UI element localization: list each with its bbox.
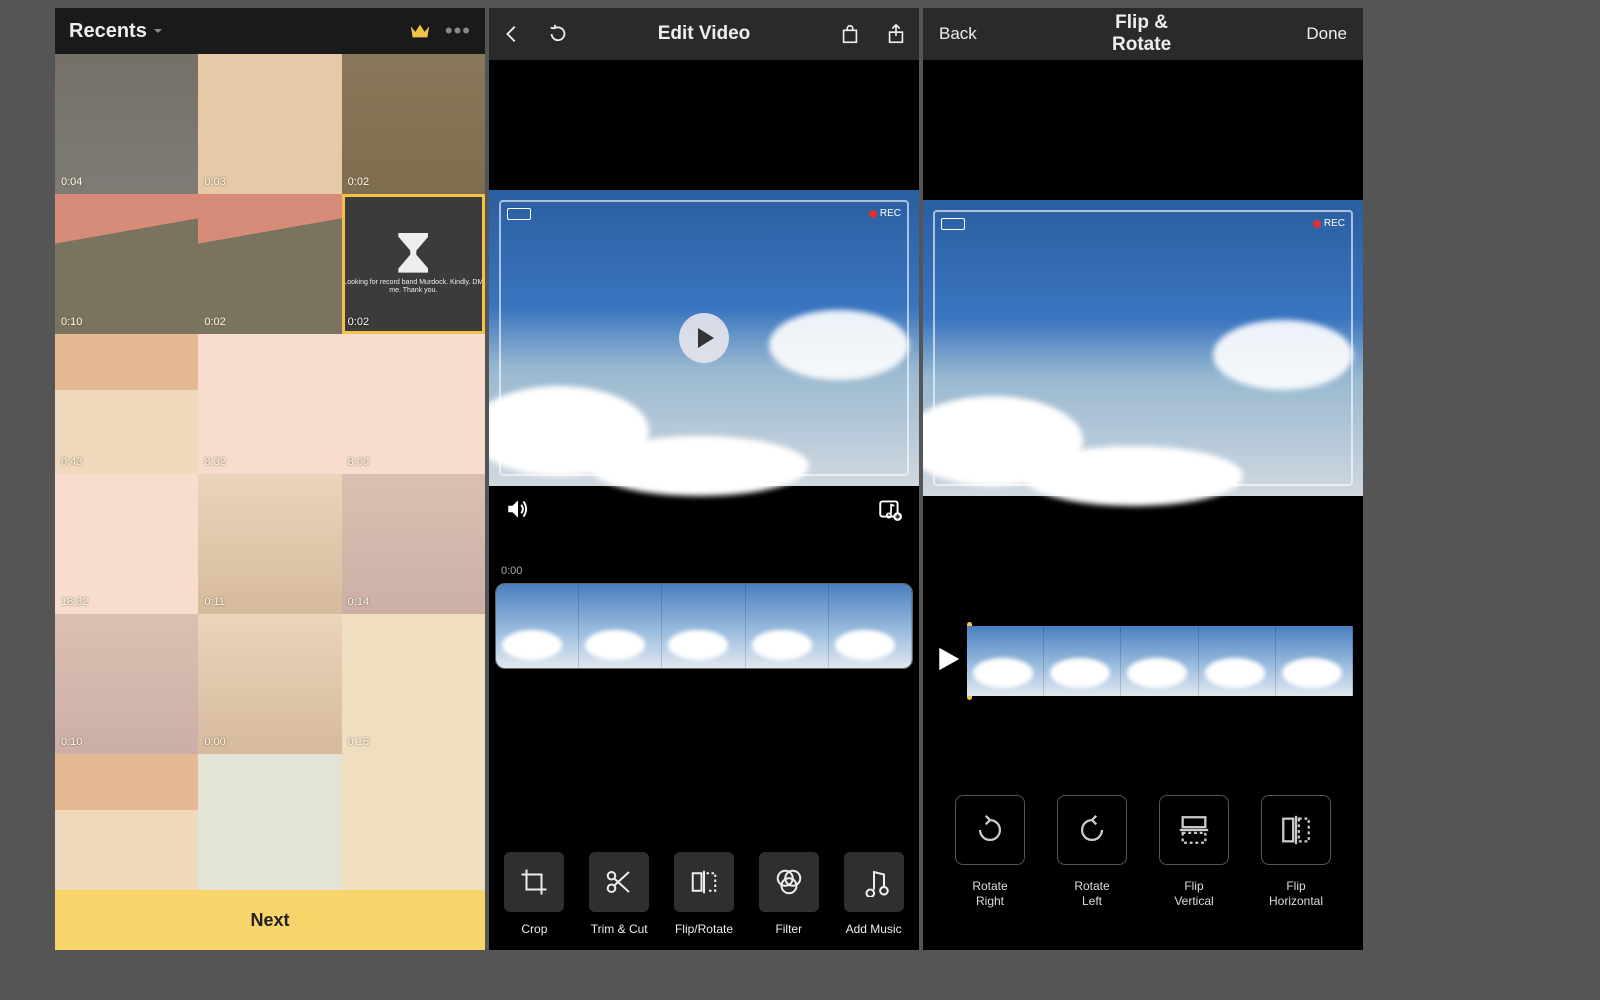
edit-video-screen: Edit Video REC 0:00 [489,8,919,950]
chevron-down-icon [153,26,163,36]
timeline[interactable] [495,583,913,669]
media-thumb[interactable]: 0:43 [55,334,198,474]
flip-vertical-icon [1177,813,1211,847]
rotate-left-icon [1075,813,1109,847]
tool-row: Crop Trim & Cut Flip/Rotate Filter Add M… [489,852,919,950]
back-button[interactable]: Back [939,24,977,44]
done-button[interactable]: Done [1306,24,1347,44]
back-icon[interactable] [501,23,523,45]
flip-horizontal-icon [1279,813,1313,847]
op-rotate-left[interactable]: RotateLeft [1057,795,1127,910]
op-flip-vertical[interactable]: FlipVertical [1159,795,1229,910]
flip-rotate-screen: Back Flip & Rotate Done REC [923,8,1363,950]
media-thumb[interactable]: 0:15 [342,614,485,754]
play-button[interactable] [933,644,967,679]
media-thumb-selected[interactable]: Looking for record band Murdock. Kindly.… [342,194,485,334]
music-library-icon[interactable] [877,496,903,527]
tool-crop[interactable]: Crop [496,852,572,936]
media-thumb[interactable]: 18:32 [55,474,198,614]
more-icon[interactable]: ••• [445,18,471,44]
hourglass-icon [398,233,428,273]
album-dropdown[interactable]: Recents [69,20,163,43]
media-thumb[interactable]: 0:04 [55,54,198,194]
edit-header: Edit Video [489,8,919,60]
rec-overlay: REC [933,210,1353,486]
share-icon[interactable] [885,23,907,45]
volume-icon[interactable] [505,496,531,527]
gallery-picker-screen: Recents ••• 0:04 0:03 0:02 0:10 0:02 Loo… [55,8,485,950]
media-thumb[interactable]: 0:10 [55,614,198,754]
tool-add-music[interactable]: Add Music [836,852,912,936]
rec-indicator: REC [869,208,901,219]
screen-title: Flip & Rotate [1112,12,1171,56]
timecode: 0:00 [495,565,913,577]
album-title: Recents [69,20,147,43]
media-thumb[interactable] [198,754,341,894]
bag-icon[interactable] [839,23,861,45]
timeline[interactable] [967,626,1353,696]
tool-filter[interactable]: Filter [751,852,827,936]
media-thumb[interactable]: 0:11 [198,474,341,614]
media-thumb[interactable]: 0:10 [55,194,198,334]
redo-icon[interactable] [547,23,569,45]
rotate-right-icon [973,813,1007,847]
media-thumb[interactable]: 0:14 [342,474,485,614]
media-thumb[interactable] [55,754,198,894]
scissors-icon [604,867,634,897]
play-button[interactable] [679,313,729,363]
crop-icon [519,867,549,897]
next-button[interactable]: Next [55,890,485,950]
tool-flip-rotate[interactable]: Flip/Rotate [666,852,742,936]
music-icon [859,867,889,897]
battery-icon [507,208,531,220]
tool-trim[interactable]: Trim & Cut [581,852,657,936]
media-grid: 0:04 0:03 0:02 0:10 0:02 Looking for rec… [55,54,485,894]
flip-rotate-header: Back Flip & Rotate Done [923,8,1363,60]
op-flip-horizontal[interactable]: FlipHorizontal [1261,795,1331,910]
timeline-area [923,626,1363,696]
selected-caption: Looking for record band Murdock. Kindly.… [342,279,485,296]
crown-icon[interactable] [409,22,431,40]
filter-icon [774,867,804,897]
media-thumb[interactable]: 0:00 [198,614,341,754]
rec-indicator: REC [1313,218,1345,229]
timeline-area: 0:00 [489,565,919,669]
media-thumb[interactable]: 0:03 [198,54,341,194]
battery-icon [941,218,965,230]
media-thumb[interactable]: 8:00 [342,334,485,474]
flip-rotate-ops: RotateRight RotateLeft FlipVertical Flip… [923,795,1363,910]
media-thumb[interactable]: 8:32 [198,334,341,474]
media-thumb[interactable]: 0:02 [198,194,341,334]
flip-icon [689,867,719,897]
screen-title: Edit Video [593,23,815,45]
media-thumb[interactable]: 0:02 [342,54,485,194]
op-rotate-right[interactable]: RotateRight [955,795,1025,910]
video-preview[interactable]: REC [923,200,1363,496]
video-preview[interactable]: REC [489,190,919,486]
gallery-header: Recents ••• [55,8,485,54]
media-thumb[interactable] [342,754,485,894]
